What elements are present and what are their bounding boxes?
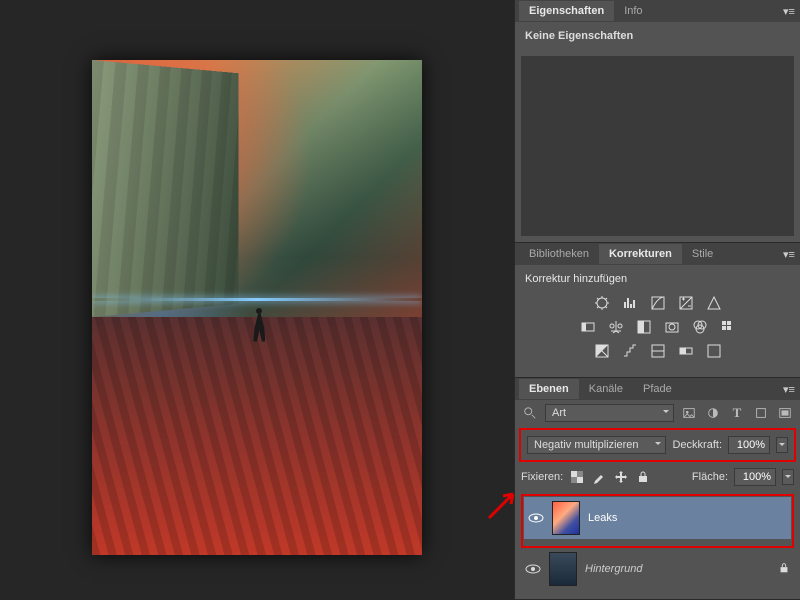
adjustments-body: Korrektur hinzufügen bbox=[515, 265, 800, 377]
lock-move-icon[interactable] bbox=[613, 469, 629, 485]
curves-icon[interactable] bbox=[649, 295, 667, 311]
search-icon[interactable] bbox=[521, 404, 539, 422]
filter-shape-icon[interactable] bbox=[752, 404, 770, 422]
properties-tabbar: Eigenschaften Info ▾≡ bbox=[515, 0, 800, 22]
layers-search-bar: Art T bbox=[515, 400, 800, 426]
lock-paint-icon[interactable] bbox=[591, 469, 607, 485]
invert-icon[interactable] bbox=[593, 343, 611, 359]
visibility-toggle-icon[interactable] bbox=[528, 510, 544, 526]
fill-dropdown-arrow[interactable] bbox=[782, 469, 794, 485]
layer-name[interactable]: Leaks bbox=[588, 512, 617, 524]
adjustments-tabbar: Bibliotheken Korrekturen Stile ▾≡ bbox=[515, 243, 800, 265]
properties-empty-area bbox=[521, 56, 794, 236]
properties-body: Keine Eigenschaften bbox=[515, 22, 800, 50]
layers-tabbar: Ebenen Kanäle Pfade ▾≡ bbox=[515, 378, 800, 400]
layer-filter-type-dropdown[interactable]: Art bbox=[545, 404, 674, 422]
layer-thumbnail[interactable] bbox=[552, 501, 580, 535]
tab-pfade[interactable]: Pfade bbox=[633, 379, 682, 399]
lock-transparent-icon[interactable] bbox=[569, 469, 585, 485]
image-preview bbox=[92, 60, 422, 555]
filter-type-icon[interactable]: T bbox=[728, 404, 746, 422]
panel-menu-icon[interactable]: ▾≡ bbox=[782, 383, 796, 396]
levels-icon[interactable] bbox=[621, 295, 639, 311]
threshold-icon[interactable] bbox=[649, 343, 667, 359]
tab-eigenschaften[interactable]: Eigenschaften bbox=[519, 1, 614, 21]
opacity-label: Deckkraft: bbox=[672, 439, 722, 451]
opacity-dropdown-arrow[interactable] bbox=[776, 437, 788, 453]
filter-image-icon[interactable] bbox=[680, 404, 698, 422]
layer-thumbnail[interactable] bbox=[549, 552, 577, 586]
tab-kanaele[interactable]: Kanäle bbox=[579, 379, 633, 399]
canvas-area bbox=[0, 0, 514, 600]
properties-panel: Eigenschaften Info ▾≡ Keine Eigenschafte… bbox=[515, 0, 800, 243]
photo-filter-icon[interactable] bbox=[663, 319, 681, 335]
panel-menu-icon[interactable]: ▾≡ bbox=[782, 248, 796, 261]
layers-panel: Ebenen Kanäle Pfade ▾≡ Art T Negativ mul… bbox=[515, 378, 800, 600]
layer-name[interactable]: Hintergrund bbox=[585, 563, 642, 575]
tab-info[interactable]: Info bbox=[614, 1, 652, 21]
fill-label: Fläche: bbox=[692, 471, 728, 483]
layer-hintergrund[interactable]: Hintergrund bbox=[521, 548, 794, 590]
lock-fill-row: Fixieren: Fläche: 100% bbox=[515, 464, 800, 490]
vibrance-icon[interactable] bbox=[705, 295, 723, 311]
layer-list: Leaks Hintergrund bbox=[515, 490, 800, 600]
tab-ebenen[interactable]: Ebenen bbox=[519, 379, 579, 399]
filter-adjust-icon[interactable] bbox=[704, 404, 722, 422]
blend-opacity-row: Negativ multiplizieren Deckkraft: 100% bbox=[521, 432, 794, 458]
panel-menu-icon[interactable]: ▾≡ bbox=[782, 5, 796, 18]
adjustments-panel: Bibliotheken Korrekturen Stile ▾≡ Korrek… bbox=[515, 243, 800, 378]
properties-message: Keine Eigenschaften bbox=[525, 30, 790, 42]
selective-color-icon[interactable] bbox=[705, 343, 723, 359]
adjustments-icons bbox=[525, 291, 790, 369]
tab-korrekturen[interactable]: Korrekturen bbox=[599, 244, 682, 264]
fill-input[interactable]: 100% bbox=[734, 468, 776, 486]
posterize-icon[interactable] bbox=[621, 343, 639, 359]
color-lookup-icon[interactable] bbox=[719, 319, 737, 335]
opacity-input[interactable]: 100% bbox=[728, 436, 770, 454]
filter-smart-icon[interactable] bbox=[776, 404, 794, 422]
exposure-icon[interactable] bbox=[677, 295, 695, 311]
bw-icon[interactable] bbox=[635, 319, 653, 335]
lock-all-icon[interactable] bbox=[635, 469, 651, 485]
channel-mixer-icon[interactable] bbox=[691, 319, 709, 335]
hue-sat-icon[interactable] bbox=[579, 319, 597, 335]
brightness-contrast-icon[interactable] bbox=[593, 295, 611, 311]
blend-mode-dropdown[interactable]: Negativ multiplizieren bbox=[527, 436, 666, 454]
layer-leaks[interactable]: Leaks bbox=[524, 497, 791, 539]
lock-label: Fixieren: bbox=[521, 471, 563, 483]
gradient-map-icon[interactable] bbox=[677, 343, 695, 359]
lock-icon bbox=[778, 562, 790, 577]
color-balance-icon[interactable] bbox=[607, 319, 625, 335]
right-panels: Eigenschaften Info ▾≡ Keine Eigenschafte… bbox=[514, 0, 800, 600]
visibility-toggle-icon[interactable] bbox=[525, 561, 541, 577]
tab-bibliotheken[interactable]: Bibliotheken bbox=[519, 244, 599, 264]
tab-stile[interactable]: Stile bbox=[682, 244, 723, 264]
adjustments-header: Korrektur hinzufügen bbox=[525, 273, 790, 285]
